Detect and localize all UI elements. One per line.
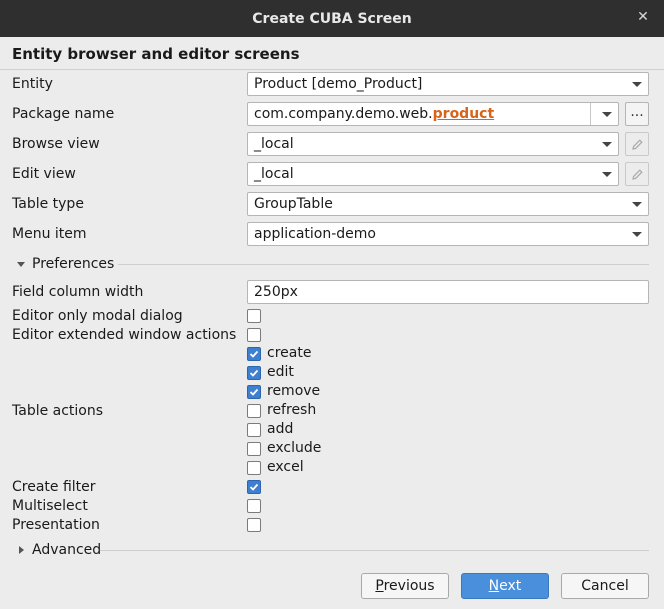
advanced-title: Advanced <box>32 542 102 558</box>
window-title: Create CUBA Screen <box>252 10 412 27</box>
package-highlight: product <box>432 106 495 122</box>
check-icon <box>249 350 259 358</box>
previous-button[interactable]: Previous <box>361 573 449 599</box>
chevron-down-icon <box>632 202 642 207</box>
entity-value: Product [demo_Product] <box>254 76 423 92</box>
pencil-icon <box>632 169 643 180</box>
check-icon <box>249 483 259 491</box>
field-column-width-label: Field column width <box>12 284 144 300</box>
action-edit-checkbox[interactable] <box>247 366 261 380</box>
check-icon <box>249 369 259 377</box>
next-button[interactable]: Next <box>461 573 549 599</box>
editor-only-modal-checkbox[interactable] <box>247 309 261 323</box>
preferences-divider <box>118 264 649 265</box>
entity-label: Entity <box>12 76 53 92</box>
pencil-icon <box>632 139 643 150</box>
advanced-divider <box>100 550 649 551</box>
menu-item-value: application-demo <box>254 226 376 242</box>
package-prefix: com.company.demo.web. <box>254 106 433 122</box>
package-name-value: com.company.demo.web.product <box>254 103 494 125</box>
combo-divider <box>590 103 591 125</box>
chevron-down-icon <box>632 82 642 87</box>
triangle-down-icon <box>17 262 25 267</box>
heading-divider <box>0 69 664 70</box>
chevron-down-icon <box>602 112 612 117</box>
check-icon <box>249 388 259 396</box>
action-excel-checkbox[interactable] <box>247 461 261 475</box>
action-excel-label: excel <box>267 459 304 475</box>
edit-browse-view-button[interactable] <box>625 132 649 156</box>
multiselect-label: Multiselect <box>12 498 88 514</box>
table-type-label: Table type <box>12 196 84 212</box>
editor-extended-actions-checkbox[interactable] <box>247 328 261 342</box>
close-icon[interactable]: ✕ <box>636 10 650 24</box>
browse-view-combobox[interactable]: _local <box>247 132 619 156</box>
action-create-checkbox[interactable] <box>247 347 261 361</box>
action-add-checkbox[interactable] <box>247 423 261 437</box>
preferences-title: Preferences <box>32 256 115 272</box>
menu-item-label: Menu item <box>12 226 87 242</box>
browse-view-value: _local <box>254 136 294 152</box>
multiselect-checkbox[interactable] <box>247 499 261 513</box>
action-add-label: add <box>267 421 294 437</box>
create-filter-checkbox[interactable] <box>247 480 261 494</box>
editor-only-modal-label: Editor only modal dialog <box>12 308 183 324</box>
action-edit-label: edit <box>267 364 294 380</box>
cancel-button[interactable]: Cancel <box>561 573 649 599</box>
action-refresh-checkbox[interactable] <box>247 404 261 418</box>
chevron-down-icon <box>632 232 642 237</box>
field-column-width-value: 250px <box>254 284 298 300</box>
action-create-label: create <box>267 345 312 361</box>
package-name-label: Package name <box>12 106 115 122</box>
dialog-content: Entity browser and editor screens Entity… <box>0 37 664 609</box>
triangle-right-icon <box>19 546 24 554</box>
presentation-label: Presentation <box>12 517 100 533</box>
action-remove-label: remove <box>267 383 321 399</box>
page-title: Entity browser and editor screens <box>12 45 300 63</box>
action-refresh-label: refresh <box>267 402 317 418</box>
edit-view-combobox[interactable]: _local <box>247 162 619 186</box>
package-name-combobox[interactable]: com.company.demo.web.product <box>247 102 619 126</box>
browse-view-label: Browse view <box>12 136 100 152</box>
presentation-checkbox[interactable] <box>247 518 261 532</box>
table-type-value: GroupTable <box>254 196 333 212</box>
previous-rest: revious <box>383 578 435 594</box>
next-rest: ext <box>499 578 522 594</box>
edit-edit-view-button[interactable] <box>625 162 649 186</box>
action-exclude-checkbox[interactable] <box>247 442 261 456</box>
table-type-combobox[interactable]: GroupTable <box>247 192 649 216</box>
table-actions-label: Table actions <box>12 403 104 419</box>
window-titlebar: Create CUBA Screen ✕ <box>0 0 664 37</box>
edit-view-value: _local <box>254 166 294 182</box>
next-mnemonic: N <box>488 578 500 594</box>
edit-view-label: Edit view <box>12 166 76 182</box>
chevron-down-icon <box>602 142 612 147</box>
package-browse-button[interactable]: ... <box>625 102 649 126</box>
previous-mnemonic: P <box>375 578 384 594</box>
action-exclude-label: exclude <box>267 440 322 456</box>
action-remove-checkbox[interactable] <box>247 385 261 399</box>
entity-combobox[interactable]: Product [demo_Product] <box>247 72 649 96</box>
chevron-down-icon <box>602 172 612 177</box>
field-column-width-input[interactable]: 250px <box>247 280 649 304</box>
create-filter-label: Create filter <box>12 479 96 495</box>
editor-extended-actions-label: Editor extended window actions <box>12 327 237 343</box>
menu-item-combobox[interactable]: application-demo <box>247 222 649 246</box>
